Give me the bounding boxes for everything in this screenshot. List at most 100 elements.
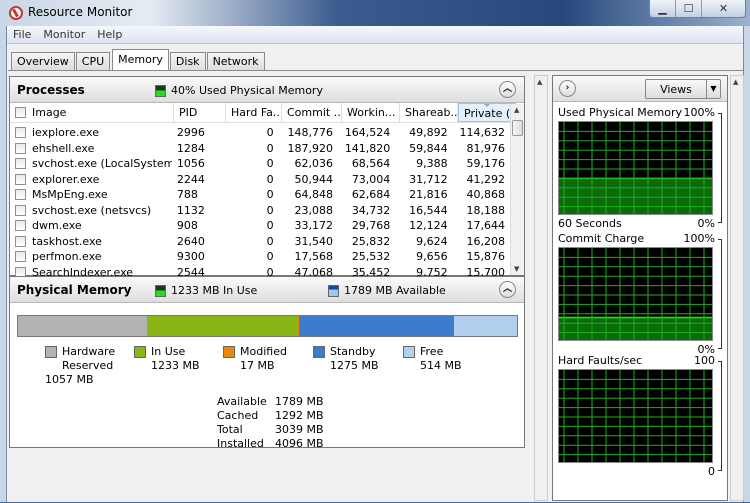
graph-used-physical-memory: Used Physical Memory 100% 0% 60 Seconds — [553, 106, 727, 230]
stat-label: Available — [217, 395, 267, 408]
process-row[interactable]: MsMpEng.exe 788 0 64,848 62,684 21,816 40,868 — [10, 187, 510, 203]
tab-network[interactable]: Network — [206, 52, 265, 71]
process-checkbox[interactable] — [15, 158, 26, 169]
collapse-processes-button[interactable]: ︿ — [499, 81, 516, 98]
process-working-cell: 34,732 — [351, 203, 391, 217]
process-shareable-cell: 9,388 — [416, 157, 448, 170]
scroll-up-icon[interactable]: ▲ — [537, 78, 542, 86]
process-commit-cell: 62,036 — [294, 157, 333, 170]
stat-label: Total — [217, 423, 243, 436]
select-all-checkbox[interactable] — [15, 107, 26, 118]
physical-memory-panel: Physical Memory 1233 MB In Use 1789 MB A… — [9, 276, 525, 450]
expand-graphs-button[interactable]: › — [559, 80, 576, 97]
process-checkbox[interactable] — [15, 142, 26, 154]
hardware-label-2: Reserved — [62, 359, 114, 372]
physical-memory-title: Physical Memory — [17, 283, 132, 297]
tab-overview[interactable]: Overview — [11, 52, 75, 71]
scroll-down-icon[interactable]: ▼ — [514, 265, 519, 273]
resource-monitor-icon — [9, 6, 23, 20]
process-row[interactable]: iexplore.exe 2996 0 148,776 164,524 49,892 114… — [10, 125, 510, 141]
process-row[interactable]: dwm.exe 908 0 33,172 29,768 12,124 17,644 — [10, 218, 510, 234]
available-text: 1789 MB Available — [344, 284, 446, 297]
process-checkbox[interactable] — [15, 173, 26, 185]
minimize-button[interactable]: ▁ — [650, 0, 676, 17]
close-button[interactable]: ✕ — [702, 0, 745, 17]
legend-free: Free 514 MB — [403, 345, 462, 373]
memory-bar-segment-standby — [299, 316, 455, 336]
process-pid-cell: 2544 — [176, 265, 205, 277]
legend-in-use: In Use 1233 MB — [134, 345, 200, 373]
column-shareable[interactable]: Shareab... — [400, 103, 458, 122]
maximize-button[interactable]: ☐ — [676, 0, 702, 17]
process-pid-cell: 2640 — [176, 234, 205, 248]
process-image-cell: MsMpEng.exe — [10, 187, 172, 203]
resource-monitor-window: Resource Monitor ▁ ☐ ✕ File Monitor Help… — [0, 0, 750, 502]
graph-commit-charge: Commit Charge 100% 0% — [553, 232, 727, 356]
stat-available: Available 1789 MB — [217, 395, 324, 409]
column-private[interactable]: Private (... — [458, 103, 516, 122]
process-checkbox[interactable] — [15, 251, 26, 262]
column-hard-faults[interactable]: Hard Fa... — [226, 103, 282, 122]
scroll-thumb[interactable] — [512, 120, 523, 136]
scroll-up-icon[interactable]: ▲ — [514, 106, 519, 114]
process-hard-faults-cell: 0 — [266, 234, 274, 248]
process-hard-faults-cell: 0 — [266, 219, 274, 232]
graphs-scrollbar[interactable]: ▲ — [730, 75, 744, 501]
process-image-cell: svchost.exe (LocalSystemNet... — [10, 156, 172, 172]
processes-scrollbar[interactable]: ▲ ▼ — [510, 104, 524, 275]
tab-memory[interactable]: Memory — [112, 49, 169, 71]
process-row[interactable]: ehshell.exe 1284 0 187,920 141,820 59,844 81,9… — [10, 141, 510, 157]
process-row[interactable]: svchost.exe (netsvcs) 1132 0 23,088 34,732 16… — [10, 203, 510, 219]
process-shareable-cell: 49,892 — [409, 126, 448, 139]
process-private-cell: 15,700 — [466, 265, 506, 277]
process-private-cell: 40,868 — [466, 188, 506, 201]
stat-label: Installed — [217, 437, 264, 450]
process-row[interactable]: perfmon.exe 9300 0 17,568 25,532 9,656 15,876 — [10, 249, 510, 265]
column-working-set[interactable]: Workin... — [342, 103, 400, 122]
process-checkbox[interactable] — [15, 189, 26, 200]
graph-scale-bracket — [718, 113, 722, 223]
client-area: File Monitor Help Overview CPU Memory Di… — [6, 26, 744, 502]
process-checkbox[interactable] — [15, 235, 26, 247]
process-row[interactable]: svchost.exe (LocalSystemNet... 1056 0 62,03… — [10, 156, 510, 172]
process-commit-cell: 187,920 — [287, 141, 333, 155]
column-image[interactable]: Image — [10, 103, 174, 122]
process-working-cell: 29,768 — [351, 219, 391, 232]
process-commit-cell: 31,540 — [294, 234, 333, 248]
process-checkbox[interactable] — [15, 266, 26, 276]
process-pid-cell: 908 — [176, 219, 198, 232]
column-pid[interactable]: PID — [174, 103, 226, 122]
menu-monitor[interactable]: Monitor — [43, 28, 85, 41]
process-row[interactable]: taskhost.exe 2640 0 31,540 25,832 9,624 16,208 — [10, 234, 510, 250]
stat-total: Total 3039 MB — [217, 423, 324, 437]
memory-bar-segment-free — [454, 316, 517, 336]
collapse-physical-memory-button[interactable]: ︿ — [499, 281, 516, 298]
process-working-cell: 62,684 — [351, 188, 391, 201]
process-checkbox[interactable] — [15, 204, 26, 216]
processes-header[interactable]: Processes 40% Used Physical Memory ︿ — [10, 77, 524, 103]
process-hard-faults-cell: 0 — [266, 157, 274, 170]
process-pid-cell: 2996 — [176, 126, 205, 139]
menu-help[interactable]: Help — [97, 28, 122, 41]
tab-disk[interactable]: Disk — [169, 52, 206, 71]
process-row[interactable]: SearchIndexer.exe 2544 0 47,068 35,452 9,752 1… — [10, 265, 510, 277]
menu-file[interactable]: File — [13, 28, 31, 41]
used-memory-text: 40% Used Physical Memory — [171, 84, 323, 97]
process-shareable-cell: 31,712 — [409, 172, 448, 186]
left-pane-scrollbar[interactable]: ▲ — [534, 75, 548, 501]
physical-memory-header[interactable]: Physical Memory 1233 MB In Use 1789 MB A… — [10, 277, 524, 303]
process-row[interactable]: explorer.exe 2244 0 50,944 73,004 31,712 41,29… — [10, 172, 510, 188]
process-checkbox[interactable] — [15, 220, 26, 231]
in-use-value: 1233 MB — [151, 359, 200, 372]
process-image-cell: iexplore.exe — [10, 125, 172, 141]
in-use-summary: 1233 MB In Use — [155, 284, 257, 297]
chevron-up-icon: ︿ — [502, 284, 512, 294]
dropdown-arrow-icon[interactable]: ▼ — [706, 80, 720, 98]
process-hard-faults-cell: 0 — [266, 126, 274, 139]
process-commit-cell: 148,776 — [287, 126, 333, 139]
scroll-up-icon[interactable]: ▲ — [733, 78, 738, 86]
tab-cpu[interactable]: CPU — [75, 52, 111, 71]
views-button[interactable]: Views ▼ — [645, 79, 721, 99]
column-commit[interactable]: Commit ... — [282, 103, 342, 122]
process-checkbox[interactable] — [15, 127, 26, 138]
